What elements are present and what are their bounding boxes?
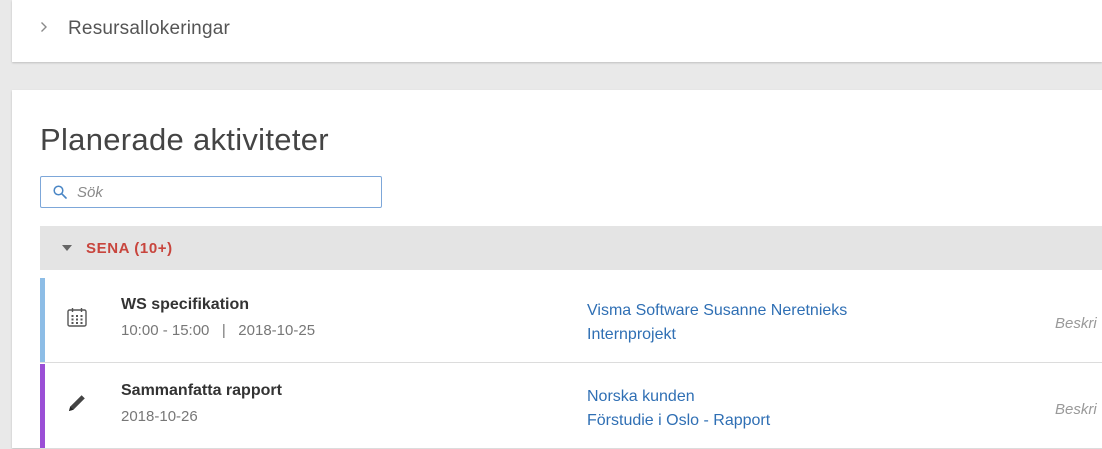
activity-row[interactable]: Sammanfatta rapport 2018-10-26 Norska ku… xyxy=(40,364,1102,449)
planned-activities-card: Planerade aktiviteter SENA (10+) WS spec… xyxy=(12,90,1102,449)
activity-stripe xyxy=(40,278,45,362)
activity-project-link[interactable]: Internprojekt xyxy=(587,326,676,344)
group-header-late[interactable]: SENA (10+) xyxy=(40,226,1102,270)
resource-allocation-title: Resursallokeringar xyxy=(68,18,231,39)
activity-title: WS specifikation xyxy=(121,296,250,313)
activity-title: Sammanfatta rapport xyxy=(121,382,282,399)
activity-date: 2018-10-26 xyxy=(121,408,198,425)
group-label: SENA (10+) xyxy=(86,239,173,257)
chevron-right-icon xyxy=(40,21,52,37)
search-icon xyxy=(53,185,67,199)
activity-customer-link[interactable]: Visma Software Susanne Neretnieks xyxy=(587,302,847,320)
calendar-icon xyxy=(67,308,87,327)
activity-description: Beskri xyxy=(1055,401,1097,418)
activity-stripe xyxy=(40,364,45,448)
activity-description: Beskri xyxy=(1055,315,1097,332)
activity-project-link[interactable]: Förstudie i Oslo - Rapport xyxy=(587,412,770,430)
activity-customer-link[interactable]: Norska kunden xyxy=(587,388,695,406)
resource-allocation-toggle[interactable]: Resursallokeringar xyxy=(40,18,230,40)
activity-row[interactable]: WS specifikation 10:00 - 15:00 | 2018-10… xyxy=(40,278,1102,363)
search-field[interactable] xyxy=(40,176,382,208)
activity-time-date: 10:00 - 15:00 | 2018-10-25 xyxy=(121,322,316,339)
pencil-icon xyxy=(69,395,85,411)
caret-down-icon xyxy=(62,243,72,253)
search-input[interactable] xyxy=(77,183,381,201)
resource-allocation-card: Resursallokeringar xyxy=(12,0,1102,62)
page-title: Planerade aktiviteter xyxy=(40,122,329,157)
